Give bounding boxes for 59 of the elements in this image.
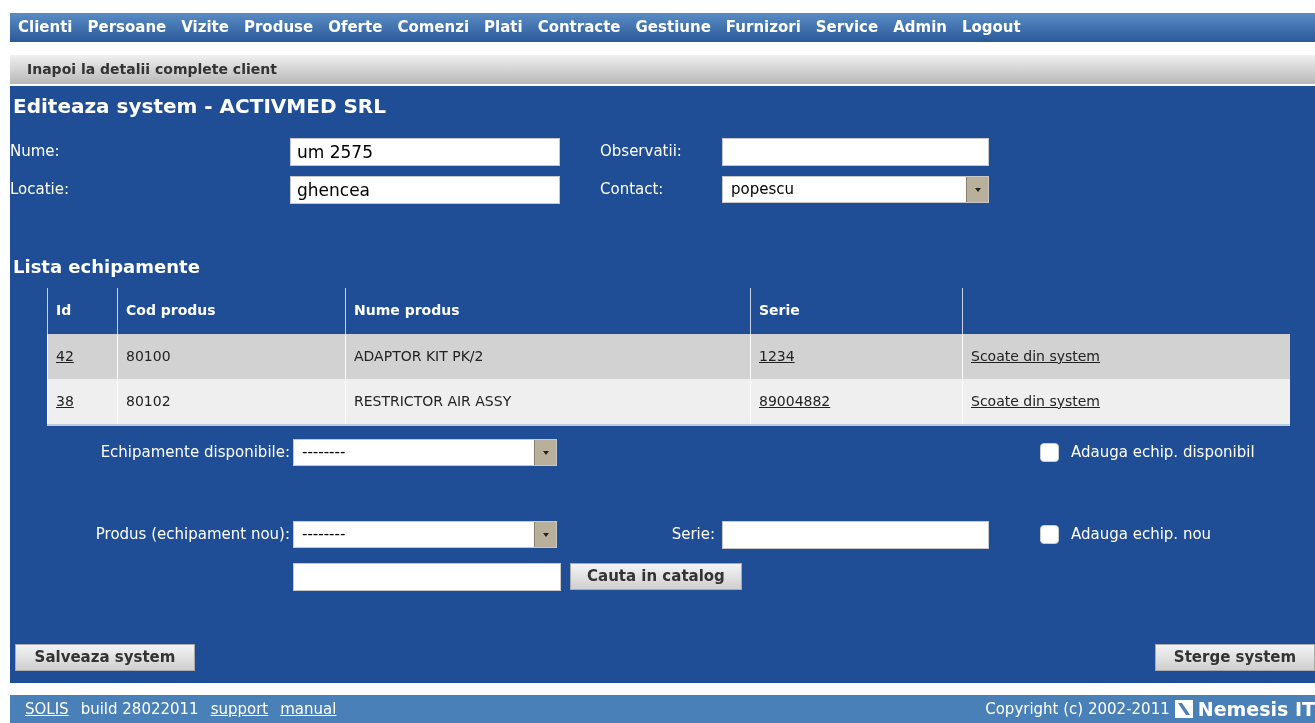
field-label: Produs (echipament nou): (94, 524, 290, 546)
nav-link[interactable]: Contracte (537, 16, 621, 39)
dropdown[interactable]: popescu (722, 176, 989, 203)
text-field[interactable] (722, 137, 989, 166)
nav-link[interactable]: Vizite (181, 16, 229, 39)
text-field[interactable] (293, 562, 561, 591)
remove-link[interactable]: Scoate din system (971, 345, 1100, 367)
build-label: build 28022011 (80, 698, 199, 720)
checkbox-label: Adauga echip. disponibil (1071, 442, 1255, 464)
column-header: Serie (759, 301, 800, 320)
id-link[interactable]: 38 (56, 390, 74, 412)
search-catalog-button[interactable]: Cauta in catalog (570, 563, 742, 590)
section-title: Lista echipamente (12, 255, 201, 278)
nav-link[interactable]: Oferte (328, 16, 383, 39)
nav-link[interactable]: Furnizori (725, 16, 801, 39)
serial-link[interactable]: 1234 (759, 345, 795, 367)
nav-link[interactable]: Logout (961, 16, 1021, 39)
delete-button[interactable]: Sterge system (1155, 643, 1315, 671)
checkbox[interactable] (1040, 525, 1059, 544)
nav-link[interactable]: Persoane (87, 16, 167, 39)
footer-link[interactable]: support (210, 697, 269, 721)
text-field[interactable]: ghencea (290, 175, 560, 204)
nav-link[interactable]: Admin (893, 16, 947, 39)
field-label: Contact: (600, 179, 665, 201)
page-title: Editeaza system - ACTIVMED SRL (12, 92, 387, 118)
dropdown[interactable]: -------- (293, 439, 557, 466)
table-cell-text: 80102 (126, 391, 171, 411)
field-label: Locatie: (10, 179, 71, 201)
back-link[interactable]: Inapoi la detalii complete client (27, 58, 277, 80)
serial-link[interactable]: 89004882 (759, 390, 831, 412)
remove-link[interactable]: Scoate din system (971, 390, 1100, 412)
save-button[interactable]: Salveaza system (15, 643, 195, 671)
nav-link[interactable]: Gestiune (635, 16, 711, 39)
nav-link[interactable]: Service (815, 16, 879, 39)
table-cell-text: 80100 (126, 346, 171, 366)
dropdown[interactable]: -------- (293, 521, 557, 548)
field-label: Nume: (10, 141, 61, 163)
column-header: Cod produs (126, 301, 216, 320)
nav-link[interactable]: Clienti (18, 16, 73, 39)
nav-link[interactable]: Produse (243, 16, 314, 39)
footer-link[interactable]: manual (280, 697, 337, 721)
nav-link[interactable]: Comenzi (397, 16, 470, 39)
field-label: Echipamente disponibile: (99, 442, 290, 464)
nav-link[interactable]: Plati (484, 16, 523, 39)
field-label: Serie: (670, 524, 715, 546)
id-link[interactable]: 42 (56, 345, 74, 367)
table-cell-text: ADAPTOR KIT PK/2 (354, 346, 484, 366)
column-header: Nume produs (354, 301, 460, 320)
checkbox[interactable] (1040, 443, 1059, 462)
table-cell-text: RESTRICTOR AIR ASSY (354, 391, 512, 411)
logo-icon (1174, 700, 1193, 718)
text-field[interactable]: um 2575 (290, 137, 560, 166)
text-field[interactable] (722, 520, 989, 549)
checkbox-label: Adauga echip. nou (1071, 524, 1212, 546)
copyright-text: Copyright (c) 2002-2011 (985, 698, 1170, 720)
app-link[interactable]: SOLIS (25, 697, 69, 721)
column-header: Id (56, 301, 72, 320)
brand-name: Nemesis IT (1197, 696, 1315, 722)
field-label: Observatii: (600, 141, 683, 163)
